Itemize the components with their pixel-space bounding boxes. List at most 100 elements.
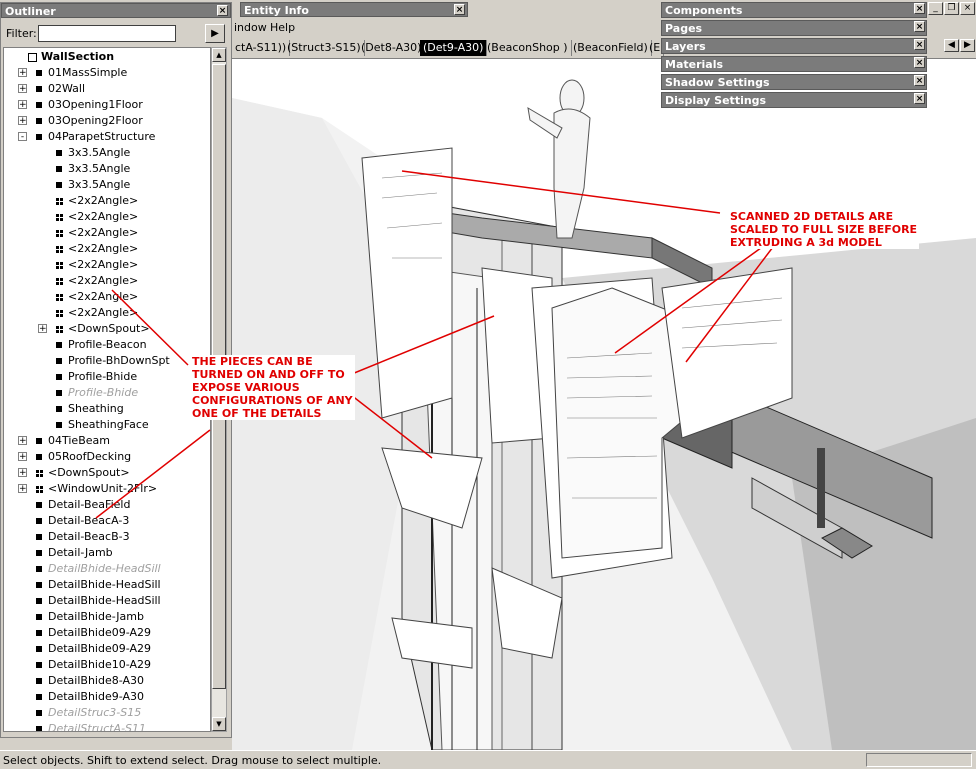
tab-scene-2[interactable]: (Det8-A30) (358, 40, 426, 56)
tree-item[interactable]: DetailStructA-S11 (36, 721, 146, 731)
panel-display-settings[interactable]: Display Settings × (661, 92, 927, 110)
tree-item[interactable]: Detail-BeaField (36, 497, 130, 513)
minimize-button[interactable]: _ (928, 2, 943, 15)
tree-item[interactable]: DetailBhide10-A29 (36, 657, 151, 673)
tree-item[interactable]: - 04ParapetStructure (18, 129, 155, 145)
panel-materials[interactable]: Materials × (661, 56, 927, 74)
group-icon (56, 422, 62, 428)
tree-item[interactable]: <2x2Angle> (56, 193, 138, 209)
tree-item[interactable]: + <DownSpout> (38, 321, 150, 337)
tree-item[interactable]: Profile-Beacon (56, 337, 147, 353)
outliner-title: Outliner (5, 5, 56, 18)
restore-button[interactable]: ❐ (944, 2, 959, 15)
tab-scene-1[interactable]: (Struct3-S15) (284, 40, 365, 56)
tree-item[interactable]: DetailBhide-HeadSill (36, 577, 161, 593)
tree-item[interactable]: <2x2Angle> (56, 209, 138, 225)
close-icon[interactable]: × (914, 75, 925, 86)
tab-scroll-right-button[interactable]: ▶ (960, 39, 975, 52)
close-icon[interactable]: × (914, 3, 925, 14)
tree-item[interactable]: DetailBhide09-A29 (36, 625, 151, 641)
tree-item[interactable]: +03Opening1Floor (18, 97, 143, 113)
panel-shadow-settings[interactable]: Shadow Settings × (661, 74, 927, 92)
tree-item-label: <2x2Angle> (68, 274, 139, 287)
tree-item[interactable]: 3x3.5Angle (56, 161, 130, 177)
tab-scene-4[interactable]: (BeaconShop ) (484, 40, 572, 56)
group-icon (36, 710, 42, 716)
menu-window[interactable]: indow (234, 21, 267, 34)
expand-icon[interactable]: + (18, 452, 27, 462)
filter-menu-button[interactable]: ▶ (205, 24, 225, 43)
tree-item[interactable]: Detail-Jamb (36, 545, 113, 561)
outliner-title-bar[interactable]: Outliner × (1, 3, 231, 18)
tree-item[interactable]: DetailBhide9-A30 (36, 689, 144, 705)
tree-item[interactable]: DetailBhide8-A30 (36, 673, 144, 689)
tree-item[interactable]: <2x2Angle> (56, 273, 138, 289)
panel-components[interactable]: Components × (661, 2, 927, 20)
group-icon (56, 406, 62, 412)
model-icon (28, 52, 37, 62)
close-icon[interactable]: × (914, 93, 925, 104)
close-button[interactable]: × (960, 2, 975, 15)
filter-input[interactable] (38, 25, 176, 42)
entity-info-title[interactable]: Entity Info × (240, 2, 468, 17)
close-icon[interactable]: × (914, 39, 925, 50)
tree-item[interactable]: WallSection (28, 49, 114, 65)
tree-item[interactable]: Sheathing (56, 401, 124, 417)
tree-item[interactable]: 3x3.5Angle (56, 145, 130, 161)
scroll-up-button[interactable]: ▲ (212, 48, 226, 62)
tree-item[interactable]: + <DownSpout> (18, 465, 130, 481)
tree-item[interactable]: +04TieBeam (18, 433, 110, 449)
tree-item-label: DetailBhide10-A29 (48, 658, 151, 671)
tree-item[interactable]: DetailBhide09-A29 (36, 641, 151, 657)
tree-item-label: SheathingFace (68, 418, 149, 431)
tree-item[interactable]: DetailBhide-HeadSill (36, 561, 161, 577)
tab-scene-0[interactable]: ctA-S11)) (232, 40, 291, 56)
tree-item-label: <2x2Angle> (68, 306, 139, 319)
expand-icon[interactable]: + (18, 436, 27, 446)
tree-item[interactable]: <2x2Angle> (56, 289, 138, 305)
component-icon (36, 469, 43, 477)
close-icon[interactable]: × (914, 21, 925, 32)
tree-item-label: DetailBhide09-A29 (48, 642, 151, 655)
tree-item[interactable]: <2x2Angle> (56, 225, 138, 241)
panel-layers[interactable]: Layers × (661, 38, 927, 56)
measurements-box[interactable] (866, 753, 972, 767)
tree-item[interactable]: <2x2Angle> (56, 257, 138, 273)
outliner-close-button[interactable]: × (217, 5, 228, 16)
expand-icon[interactable]: + (18, 84, 27, 94)
tree-item[interactable]: Detail-BeacB-3 (36, 529, 130, 545)
tree-item[interactable]: DetailBhide-Jamb (36, 609, 144, 625)
tree-item[interactable]: <2x2Angle> (56, 305, 138, 321)
tree-item[interactable]: Profile-Bhide (56, 369, 137, 385)
tree-item[interactable]: 3x3.5Angle (56, 177, 130, 193)
menu-help[interactable]: Help (270, 21, 295, 34)
tree-item[interactable]: Profile-BhDownSpt (56, 353, 170, 369)
close-icon[interactable]: × (914, 57, 925, 68)
tab-scene-5[interactable]: (BeaconField) (570, 40, 652, 56)
tree-item[interactable]: +02Wall (18, 81, 85, 97)
tree-item[interactable]: SheathingFace (56, 417, 149, 433)
expand-icon[interactable]: + (18, 116, 27, 126)
scroll-down-button[interactable]: ▼ (212, 717, 226, 731)
tree-item[interactable]: +05RoofDecking (18, 449, 131, 465)
tree-item-label: Sheathing (68, 402, 124, 415)
expand-icon[interactable]: + (18, 468, 27, 478)
tree-item[interactable]: <2x2Angle> (56, 241, 138, 257)
tree-item[interactable]: Detail-BeacA-3 (36, 513, 129, 529)
collapse-icon[interactable]: - (18, 132, 27, 142)
expand-icon[interactable]: + (38, 324, 47, 334)
tree-item[interactable]: +01MassSimple (18, 65, 127, 81)
expand-icon[interactable]: + (18, 100, 27, 110)
entity-info-close-button[interactable]: × (454, 4, 465, 15)
tree-item[interactable]: + <WindowUnit-2Flr> (18, 481, 157, 497)
tab-scroll-left-button[interactable]: ◀ (944, 39, 959, 52)
tree-item[interactable]: DetailStruc3-S15 (36, 705, 141, 721)
tab-scene-3[interactable]: (Det9-A30) (420, 40, 488, 56)
tree-item[interactable]: +03Opening2Floor (18, 113, 143, 129)
panel-pages[interactable]: Pages × (661, 20, 927, 38)
outliner-tree[interactable]: WallSection +01MassSimple +02Wall +03Openin… (3, 47, 211, 732)
tree-item[interactable]: Profile-Bhide (56, 385, 138, 401)
expand-icon[interactable]: + (18, 68, 27, 78)
expand-icon[interactable]: + (18, 484, 27, 494)
tree-item[interactable]: DetailBhide-HeadSill (36, 593, 161, 609)
